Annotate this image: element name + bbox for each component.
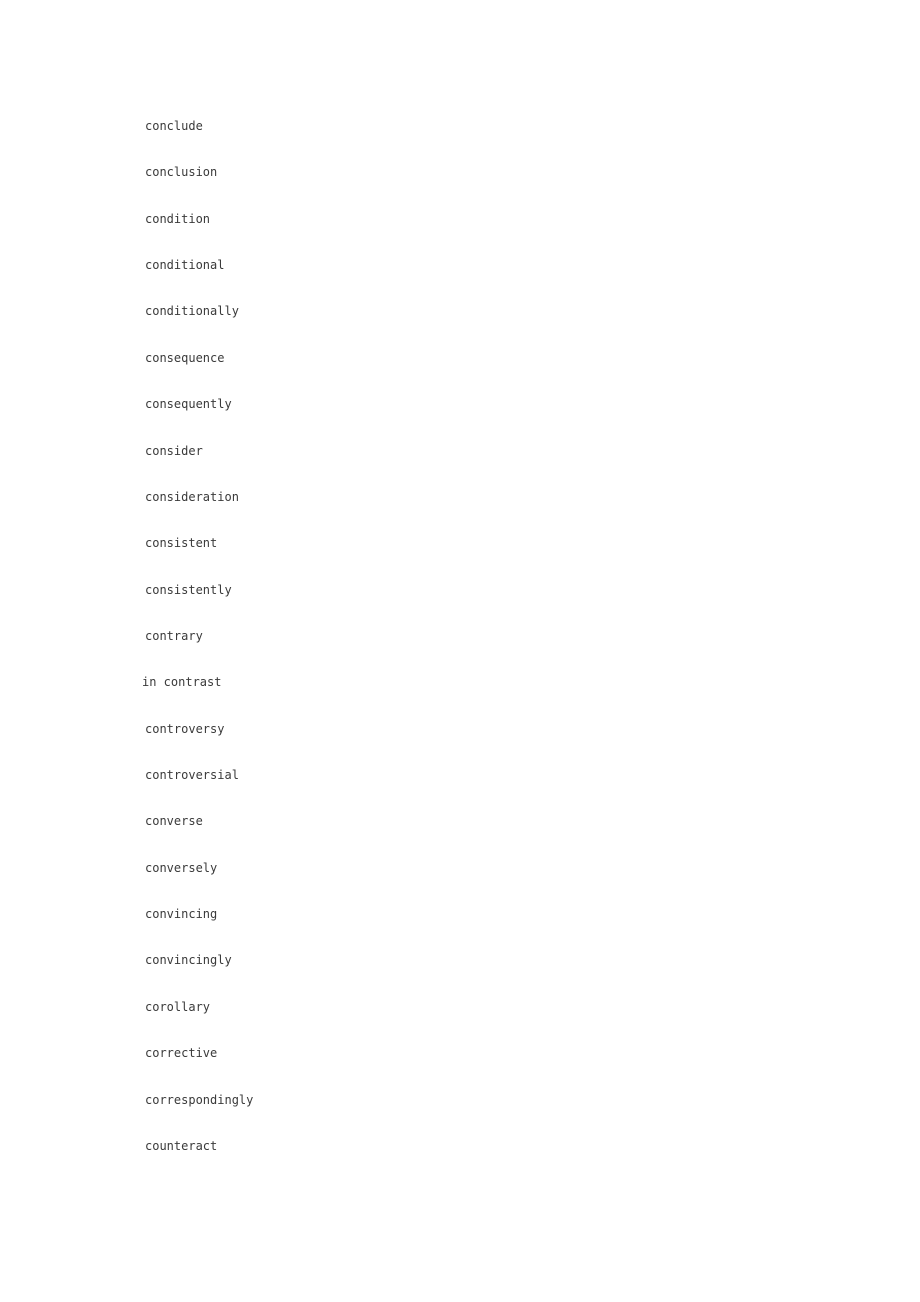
word-list-item: consequence [145,350,225,365]
word-list-item: condition [145,211,211,226]
word-list-item: correspondingly [145,1092,254,1107]
word-list-item: conversely [145,860,218,875]
word-list-item: convincingly [145,953,232,968]
word-list: conclude conclusion condition conditional co… [142,118,765,1184]
word-list-item: conditionally [145,304,239,319]
word-list-item: controversial [145,768,239,783]
word-list-item: in contrast [142,675,222,690]
word-list-item: consequently [145,397,232,412]
word-list-item: converse [145,814,203,829]
word-list-item: controversy [145,721,225,736]
word-list-item: corollary [145,999,211,1014]
word-list-item: conclusion [145,165,218,180]
word-list-item: conclude [145,119,203,133]
word-list-item: consistently [145,582,232,597]
word-list-item: corrective [145,1046,218,1061]
word-list-item: conditional [145,258,225,273]
word-list-item: consider [145,443,203,458]
word-list-item: consideration [145,489,239,504]
word-list-item: convincing [145,907,218,922]
word-list-item: contrary [145,628,203,643]
document-page: conclude conclusion condition conditional co… [0,0,920,1302]
word-list-item: counteract [145,1138,218,1153]
word-list-item: consistent [145,536,218,551]
